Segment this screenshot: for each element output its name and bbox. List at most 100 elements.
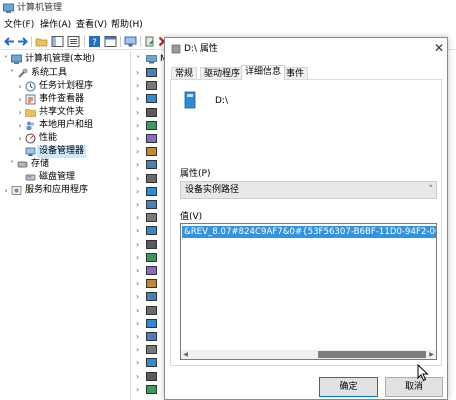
expand-chevron-icon[interactable]: › (136, 264, 139, 277)
device-category-item[interactable]: › (132, 172, 166, 185)
menu-action[interactable]: 操作(A) (40, 19, 71, 31)
tree-item-label: 任务计划程序 (39, 81, 94, 91)
device-name: D:\ (215, 96, 228, 106)
expand-chevron-icon[interactable]: › (136, 330, 139, 343)
device-category-item[interactable]: › (132, 198, 166, 211)
device-category-icon (146, 305, 157, 315)
expand-chevron-icon[interactable]: › (136, 132, 139, 145)
toolbar-separator (84, 36, 85, 47)
expand-chevron-icon[interactable]: › (136, 119, 139, 132)
scrollbar-thumb[interactable] (318, 351, 426, 358)
device-category-icon (146, 81, 157, 91)
device-category-item[interactable]: › (132, 66, 166, 79)
expand-chevron-icon[interactable]: › (136, 185, 139, 198)
device-category-item[interactable]: › (132, 317, 166, 330)
back-arrow-icon[interactable] (3, 35, 16, 48)
expand-chevron-icon[interactable]: › (136, 304, 139, 317)
device-category-item[interactable]: › (132, 370, 166, 383)
device-category-item[interactable]: › (132, 383, 166, 396)
scroll-right-arrow-icon[interactable]: ▶ (427, 350, 436, 359)
value-listbox[interactable]: &REV_8.07#824C9AF7&0#{53F56307-B6BF-11D0… (180, 223, 437, 360)
properties-icon[interactable] (104, 35, 117, 48)
help-icon[interactable]: ? (88, 35, 101, 48)
expand-chevron-icon[interactable]: › (136, 211, 139, 224)
expand-chevron-icon[interactable]: › (136, 238, 139, 251)
device-category-item[interactable]: › (132, 264, 166, 277)
collapse-chevron-icon[interactable]: ˅ (8, 158, 16, 171)
show-hide-tree-icon[interactable] (51, 35, 64, 48)
cancel-button[interactable]: 取消 (385, 377, 443, 397)
device-category-item[interactable]: › (132, 211, 166, 224)
device-category-item[interactable]: › (132, 185, 166, 198)
expand-chevron-icon[interactable]: › (136, 383, 139, 396)
expand-chevron-icon[interactable]: › (16, 119, 24, 132)
forward-arrow-icon[interactable] (16, 35, 29, 48)
expand-chevron-icon[interactable]: › (136, 106, 139, 119)
device-category-item[interactable]: › (132, 277, 166, 290)
expand-chevron-icon[interactable]: › (136, 290, 139, 303)
tree-item-label: 系统工具 (31, 68, 68, 78)
expand-chevron-icon[interactable]: › (136, 370, 139, 383)
device-list-pane: ˅ MS- ››››››››››››››››››››››››› (132, 51, 177, 400)
device-category-item[interactable]: › (132, 290, 166, 303)
menu-file[interactable]: 文件(F) (4, 19, 34, 31)
ok-button[interactable]: 确定 (319, 377, 378, 397)
expand-chevron-icon[interactable]: › (136, 343, 139, 356)
device-category-item[interactable]: › (132, 330, 166, 343)
list-item[interactable]: &REV_8.07#824C9AF7&0#{53F56307-B6BF-11D0… (182, 226, 436, 238)
collapse-chevron-icon[interactable]: ˅ (2, 53, 10, 66)
device-category-item[interactable]: › (132, 224, 166, 237)
device-category-item[interactable]: › (132, 132, 166, 145)
monitor-icon[interactable] (124, 35, 137, 48)
expand-chevron-icon[interactable]: › (136, 317, 139, 330)
expand-chevron-icon[interactable]: › (2, 184, 10, 197)
close-icon[interactable]: ✕ (433, 41, 445, 55)
toolbar-separator (140, 36, 141, 47)
device-category-item[interactable]: › (132, 251, 166, 264)
device-category-item[interactable]: › (132, 343, 166, 356)
expand-chevron-icon[interactable]: › (136, 66, 139, 79)
property-dropdown[interactable]: 设备实例路径 ˅ (180, 181, 437, 199)
expand-chevron-icon[interactable]: › (16, 93, 24, 106)
device-category-icon (146, 371, 157, 381)
device-category-item[interactable]: › (132, 304, 166, 317)
collapse-chevron-icon[interactable]: ˅ (8, 67, 16, 80)
device-category-icon (146, 213, 157, 223)
horizontal-scrollbar[interactable]: ◀ ▶ (181, 350, 436, 359)
tree-expander (16, 171, 24, 184)
value-label: 值(V) (180, 212, 203, 222)
expand-chevron-icon[interactable]: › (16, 80, 24, 93)
device-category-item[interactable]: › (132, 92, 166, 105)
device-category-item[interactable]: › (132, 119, 166, 132)
expand-chevron-icon[interactable]: › (136, 79, 139, 92)
expand-chevron-icon[interactable]: › (16, 132, 24, 145)
device-category-item[interactable]: › (132, 158, 166, 171)
expand-chevron-icon[interactable]: › (136, 251, 139, 264)
users-icon (26, 121, 35, 130)
expand-chevron-icon[interactable]: › (16, 106, 24, 119)
expand-chevron-icon[interactable]: › (136, 92, 139, 105)
tab-details[interactable]: 详细信息 (241, 65, 286, 80)
device-category-item[interactable]: › (132, 145, 166, 158)
device-category-item[interactable]: › (132, 356, 166, 369)
menu-help[interactable]: 帮助(H) (111, 19, 143, 31)
device-category-item[interactable]: › (132, 106, 166, 119)
device-category-icon (146, 345, 157, 355)
scroll-left-arrow-icon[interactable]: ◀ (181, 350, 190, 359)
expand-chevron-icon[interactable]: › (136, 172, 139, 185)
expand-chevron-icon[interactable]: › (136, 224, 139, 237)
expand-chevron-icon[interactable]: › (136, 277, 139, 290)
device-category-item[interactable]: › (132, 79, 166, 92)
list-view-icon[interactable] (67, 35, 80, 48)
device-category-item[interactable]: › (132, 238, 166, 251)
expand-chevron-icon[interactable]: › (136, 198, 139, 211)
collapse-chevron-icon[interactable]: ˅ (136, 53, 140, 66)
expand-chevron-icon[interactable]: › (136, 356, 139, 369)
update-driver-icon[interactable] (144, 35, 157, 48)
device-root-item[interactable]: ˅ MS- (132, 53, 177, 66)
up-folder-icon[interactable] (35, 35, 48, 48)
menu-view[interactable]: 查看(V) (76, 19, 107, 31)
expand-chevron-icon[interactable]: › (136, 158, 139, 171)
expand-chevron-icon[interactable]: › (136, 145, 139, 158)
properties-dialog: D:\ 属性 ✕ 常规 驱动程序 详细信息 事件 D:\ 属性(P) 设备实例路… (164, 37, 448, 400)
